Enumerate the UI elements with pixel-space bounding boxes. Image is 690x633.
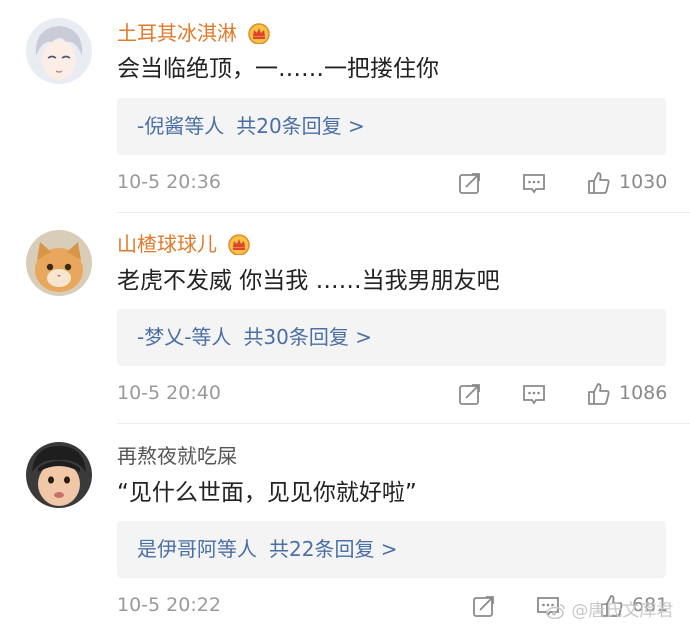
timestamp: 10-5 20:22: [117, 594, 221, 616]
comment-text: 老虎不发威 你当我 ……当我男朋友吧: [117, 268, 500, 294]
username-text[interactable]: 再熬夜就吃屎: [117, 444, 237, 468]
vip-crown-icon: [248, 22, 271, 44]
comment-icon[interactable]: [521, 170, 547, 196]
reply-count[interactable]: 共20条回复 >: [236, 114, 365, 138]
reply-preview-text[interactable]: 是伊哥阿等人 共22条回复 >: [137, 521, 398, 578]
reply-preview[interactable]: -梦乂-等人 共30条回复 >: [117, 309, 666, 366]
avatar[interactable]: [26, 442, 92, 508]
reply-users[interactable]: 是伊哥阿等人: [137, 537, 257, 561]
reply-users[interactable]: -梦乂-等人: [137, 325, 231, 349]
timestamp: 10-5 20:40: [117, 382, 221, 404]
repost-icon[interactable]: [457, 381, 483, 407]
avatar[interactable]: [26, 18, 92, 84]
reply-preview-text[interactable]: -倪酱等人 共20条回复 >: [137, 98, 365, 155]
watermark: @唐氏文库君: [546, 596, 673, 621]
reply-preview-text[interactable]: -梦乂-等人 共30条回复 >: [137, 309, 372, 366]
watermark-text: @唐氏文库君: [571, 601, 674, 621]
username-text[interactable]: 山楂球球儿: [117, 232, 217, 256]
like-count: 1086: [619, 382, 668, 404]
like-icon[interactable]: [586, 170, 612, 196]
reply-users[interactable]: -倪酱等人: [137, 114, 224, 138]
divider: [117, 212, 690, 213]
reply-count[interactable]: 共30条回复 >: [243, 325, 372, 349]
username-text[interactable]: 土耳其冰淇淋: [117, 21, 237, 45]
repost-icon[interactable]: [471, 593, 497, 619]
avatar[interactable]: [26, 230, 92, 296]
divider: [117, 423, 690, 424]
username[interactable]: 再熬夜就吃屎: [117, 443, 237, 469]
comment-text: “见什么世面，见见你就好啦”: [117, 480, 417, 506]
vip-crown-icon: [228, 233, 251, 255]
repost-icon[interactable]: [457, 170, 483, 196]
like-icon[interactable]: [586, 381, 612, 407]
timestamp: 10-5 20:36: [117, 171, 221, 193]
comment-text: 会当临绝顶，一……一把搂住你: [117, 56, 439, 82]
username[interactable]: 山楂球球儿: [117, 231, 251, 257]
comment-meta: 10-5 20:40 1086: [117, 376, 690, 410]
reply-preview[interactable]: -倪酱等人 共20条回复 >: [117, 98, 666, 155]
weibo-logo-icon: [546, 604, 565, 620]
comment-icon[interactable]: [521, 381, 547, 407]
like-count: 1030: [619, 171, 668, 193]
username[interactable]: 土耳其冰淇淋: [117, 20, 271, 46]
comment-meta: 10-5 20:36 1030: [117, 165, 690, 199]
reply-count[interactable]: 共22条回复 >: [269, 537, 398, 561]
reply-preview[interactable]: 是伊哥阿等人 共22条回复 >: [117, 521, 666, 578]
